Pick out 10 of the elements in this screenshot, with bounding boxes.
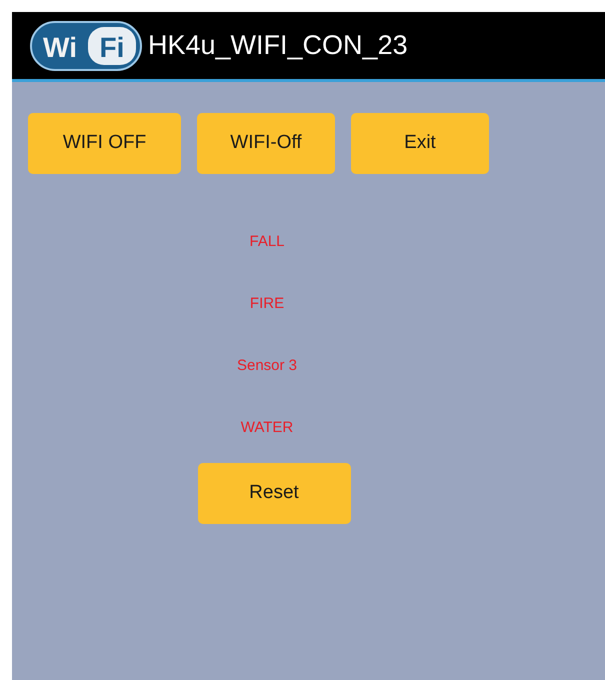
action-button[interactable]: WIFI OFF — [28, 113, 181, 174]
action-button[interactable]: Exit — [351, 113, 489, 174]
sensor-label: FIRE — [250, 294, 284, 314]
sensor-label: Sensor 3 — [236, 356, 298, 376]
reset-button[interactable]: Reset — [198, 463, 350, 524]
wifi-logo: Wi Fi — [30, 20, 142, 70]
action-button[interactable]: WIFI-Off — [197, 113, 335, 174]
sensor-label: FALL — [249, 232, 285, 252]
app-title: HK4u_WIFI_CON_23 — [148, 29, 408, 62]
sensor-label: WATER — [240, 418, 294, 438]
